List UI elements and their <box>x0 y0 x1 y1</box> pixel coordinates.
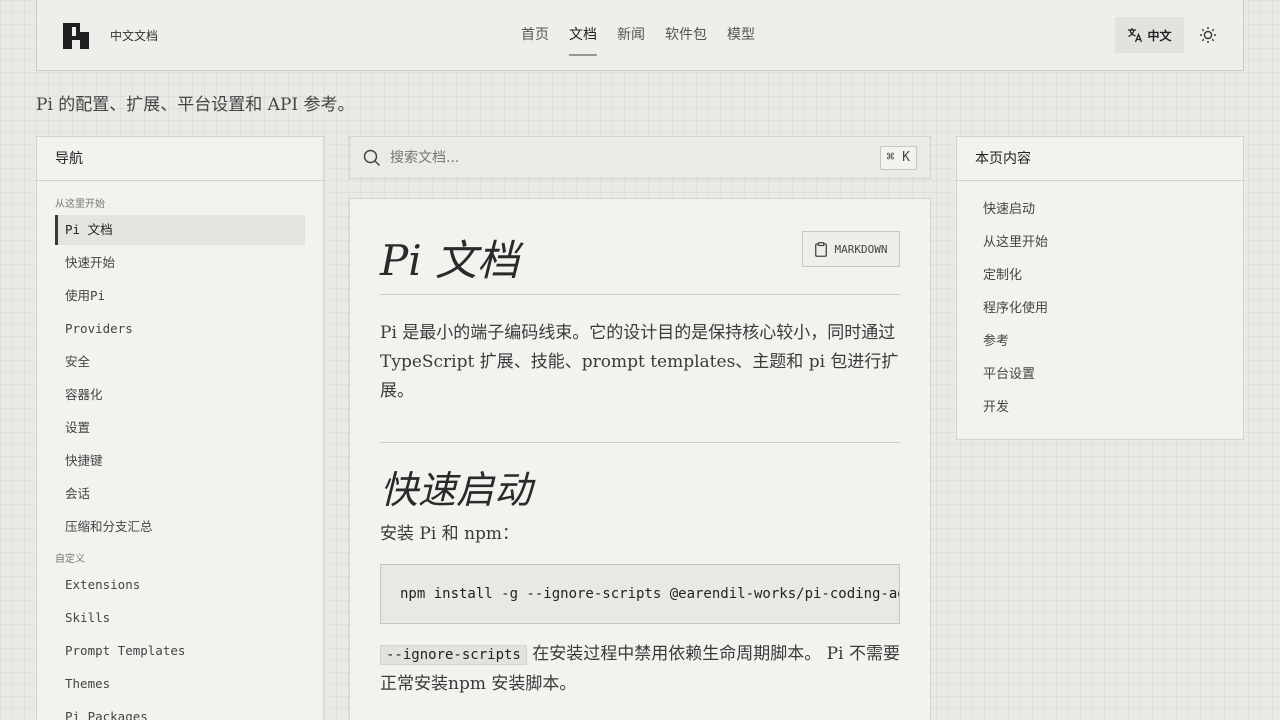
inline-code-ignore-scripts: --ignore-scripts <box>380 645 527 665</box>
search-icon <box>363 149 381 167</box>
translate-icon <box>1128 28 1143 43</box>
site-name[interactable]: 中文文档 <box>110 27 158 44</box>
nav-news[interactable]: 新闻 <box>617 0 645 70</box>
install-text: 安装 Pi 和 npm： <box>380 524 520 544</box>
page-tagline: Pi 的配置、扩展、平台设置和 API 参考。 <box>36 95 355 115</box>
toc-item-start-here[interactable]: 从这里开始 <box>957 226 1243 259</box>
table-of-contents: 本页内容 快速启动 从这里开始 定制化 程序化使用 参考 平台设置 开发 <box>956 136 1244 440</box>
nav-item-shortcuts[interactable]: 快捷键 <box>55 446 305 479</box>
toc-item-quickstart[interactable]: 快速启动 <box>957 193 1243 226</box>
language-label: 中文 <box>1147 28 1172 43</box>
main-nav: 首页 文档 新闻 软件包 模型 <box>521 0 775 70</box>
nav-packages[interactable]: 软件包 <box>665 0 707 70</box>
section-divider <box>380 442 900 443</box>
nav-item-extensions[interactable]: Extensions <box>55 570 305 603</box>
nav-item-providers[interactable]: Providers <box>55 314 305 347</box>
search-input[interactable] <box>390 137 850 178</box>
nav-item-compaction[interactable]: 压缩和分支汇总 <box>55 512 305 545</box>
toc-item-customization[interactable]: 定制化 <box>957 259 1243 292</box>
nav-item-quickstart[interactable]: 快速开始 <box>55 248 305 281</box>
language-button[interactable]: 中文 <box>1115 17 1184 53</box>
markdown-button[interactable]: MARKDOWN <box>802 231 900 267</box>
pi-logo[interactable] <box>63 23 89 49</box>
section-label-start: 从这里开始 <box>55 199 105 210</box>
toc-item-platform-setup[interactable]: 平台设置 <box>957 358 1243 391</box>
nav-item-pi-docs[interactable]: Pi 文档 <box>55 215 305 245</box>
toc-title: 本页内容 <box>957 137 1243 181</box>
clipboard-icon <box>814 241 827 257</box>
nav-item-pi-packages[interactable]: Pi Packages <box>55 702 305 720</box>
search-bar[interactable]: ⌘ K <box>349 136 931 179</box>
nav-item-prompt-templates[interactable]: Prompt Templates <box>55 636 305 669</box>
left-nav-title: 导航 <box>37 137 323 181</box>
markdown-label: MARKDOWN <box>834 242 888 256</box>
nav-home[interactable]: 首页 <box>521 0 549 70</box>
left-navigation: 导航 从这里开始 Pi 文档 快速开始 使用Pi Providers 安全 容器… <box>36 136 324 720</box>
nav-item-security[interactable]: 安全 <box>55 347 305 380</box>
main-content: Pi 文档 MARKDOWN Pi 是最小的端子编码线束。它的设计目的是保持核心… <box>349 198 931 720</box>
section-label-customize: 自定义 <box>55 554 85 565</box>
quickstart-heading: 快速启动 <box>380 468 533 512</box>
intro-paragraph: Pi 是最小的端子编码线束。它的设计目的是保持核心较小，同时通过 TypeScr… <box>380 323 899 401</box>
nav-item-containerization[interactable]: 容器化 <box>55 380 305 413</box>
nav-models[interactable]: 模型 <box>727 0 755 70</box>
nav-item-sessions[interactable]: 会话 <box>55 479 305 512</box>
nav-docs[interactable]: 文档 <box>569 0 597 70</box>
toc-item-development[interactable]: 开发 <box>957 391 1243 424</box>
nav-item-skills[interactable]: Skills <box>55 603 305 636</box>
toc-item-programmatic-use[interactable]: 程序化使用 <box>957 292 1243 325</box>
search-shortcut: ⌘ K <box>879 146 917 170</box>
sun-icon[interactable] <box>1199 26 1217 44</box>
toc-item-reference[interactable]: 参考 <box>957 325 1243 358</box>
nav-item-themes[interactable]: Themes <box>55 669 305 702</box>
install-note: --ignore-scripts 在安装过程中禁用依赖生命周期脚本。 Pi 不需… <box>380 640 900 699</box>
install-command-block[interactable]: npm install -g --ignore-scripts @earendi… <box>380 564 900 624</box>
page-title: Pi 文档 <box>380 236 520 285</box>
top-header: 中文文档 首页 文档 新闻 软件包 模型 中文 <box>36 0 1244 71</box>
title-divider <box>380 294 900 295</box>
nav-item-using-pi[interactable]: 使用Pi <box>55 281 305 314</box>
nav-item-settings[interactable]: 设置 <box>55 413 305 446</box>
